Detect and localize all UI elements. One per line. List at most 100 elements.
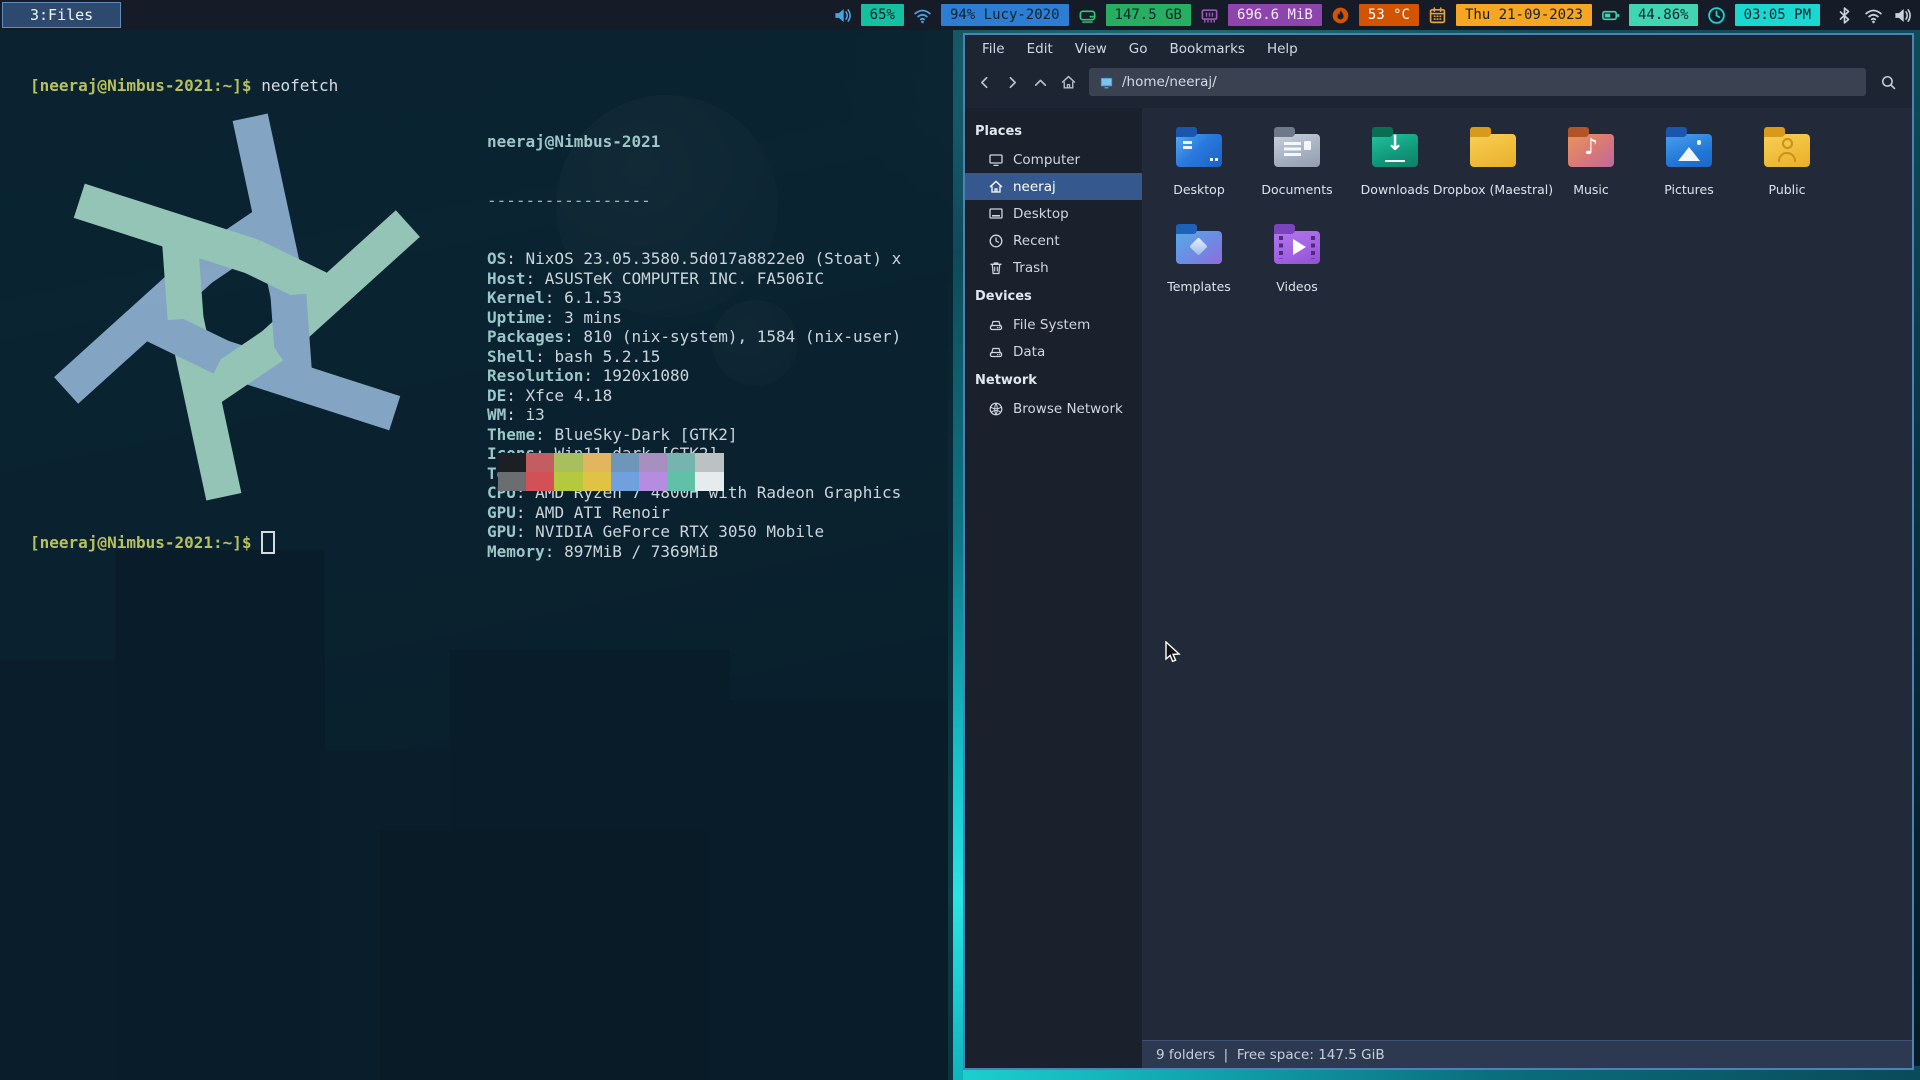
menu-file[interactable]: File — [973, 38, 1014, 60]
current-path: /home/neeraj/ — [1122, 74, 1217, 90]
neofetch-field: GPU: AMD ATI Renoir — [487, 502, 671, 522]
battery-badge[interactable]: 44.86% — [1628, 4, 1698, 26]
templates-folder-icon — [1176, 224, 1222, 264]
temperature-icon — [1331, 6, 1350, 25]
folder-glyph — [1176, 134, 1222, 167]
folder-item-music[interactable]: ♪ Music — [1542, 122, 1640, 219]
sidebar-item-label: Data — [1013, 343, 1046, 360]
back-button[interactable] — [971, 69, 997, 95]
shell-prompt: [neeraj@Nimbus-2021:~]$ — [30, 76, 252, 95]
disk-badge[interactable]: 147.5 GB — [1105, 4, 1191, 26]
terminal-cursor — [260, 531, 275, 554]
menu-help[interactable]: Help — [1258, 38, 1307, 60]
toolbar: /home/neeraj/ — [965, 62, 1912, 108]
terminal-color-palette — [498, 453, 724, 491]
sidebar-section-places: Places — [975, 124, 1023, 139]
menubar: File Edit View Go Bookmarks Help — [965, 35, 1912, 62]
sidebar-section-devices: Devices — [975, 289, 1032, 304]
folder-glyph — [1176, 231, 1222, 264]
terminal-window[interactable]: [neeraj@Nimbus-2021:~]$ neofetch neeraj@… — [0, 30, 953, 1080]
home-button[interactable] — [1055, 69, 1081, 95]
folder-item-dropbox-maestral-[interactable]: Dropbox (Maestral) — [1433, 122, 1553, 219]
drive-icon — [988, 317, 1004, 333]
folder-item-pictures[interactable]: Pictures — [1640, 122, 1738, 219]
folder-label: Pictures — [1664, 182, 1714, 197]
menu-go[interactable]: Go — [1120, 38, 1157, 60]
palette-swatch — [695, 472, 724, 491]
folder-item-public[interactable]: Public — [1738, 122, 1836, 219]
dropbox-folder-icon — [1470, 127, 1516, 167]
path-bar[interactable]: /home/neeraj/ — [1089, 68, 1866, 96]
neofetch-field: OS: NixOS 23.05.3580.5d017a8822e0 (Stoat… — [487, 249, 902, 268]
sidebar-item-label: Trash — [1013, 259, 1049, 276]
neofetch-field: Kernel: 6.1.53 — [487, 288, 622, 307]
terminal-prompt-line-2[interactable]: [neeraj@Nimbus-2021:~]$ — [30, 531, 275, 554]
home-icon — [988, 179, 1004, 195]
sidebar-item-neeraj[interactable]: neeraj — [965, 173, 1142, 200]
sidebar: Places Computer neeraj Desktop Recent Trash De… — [965, 108, 1142, 1068]
palette-swatch — [667, 472, 696, 491]
system-tray — [1835, 6, 1912, 25]
neofetch-field: Resolution: 1920x1080 — [487, 366, 690, 385]
videos-folder-icon — [1274, 224, 1320, 264]
sidebar-item-label: Desktop — [1013, 205, 1069, 222]
chevron-right-icon — [1004, 74, 1021, 91]
folder-grid: Desktop Documents ↓ Downloads Dropbox (Maest… — [1142, 108, 1912, 1040]
memory-icon — [1200, 6, 1219, 25]
disk-icon — [1078, 6, 1097, 25]
volume-icon — [833, 6, 852, 25]
downloads-folder-icon: ↓ — [1372, 127, 1418, 167]
folder-item-documents[interactable]: Documents — [1248, 122, 1346, 219]
sidebar-section-network: Network — [975, 373, 1037, 388]
pictures-folder-icon — [1666, 127, 1712, 167]
temperature-badge[interactable]: 53 °C — [1358, 4, 1419, 26]
sidebar-item-recent[interactable]: Recent — [965, 227, 1142, 254]
search-icon — [1880, 74, 1897, 91]
workspace-label: 3:Files — [30, 6, 94, 24]
status-bar: 9 folders | Free space: 147.5 GiB — [1142, 1040, 1912, 1068]
calendar-icon — [1428, 6, 1447, 25]
folder-label: Music — [1573, 182, 1609, 197]
up-button[interactable] — [1027, 69, 1053, 95]
sidebar-item-label: File System — [1013, 316, 1091, 333]
neofetch-field: Packages: 810 (nix-system), 1584 (nix-us… — [487, 327, 902, 346]
date-badge[interactable]: Thu 21-09-2023 — [1455, 4, 1592, 26]
palette-swatch — [526, 453, 555, 472]
folder-item-desktop[interactable]: Desktop — [1150, 122, 1248, 219]
folder-item-templates[interactable]: Templates — [1150, 219, 1248, 316]
neofetch-field: Theme: BlueSky-Dark [GTK2] — [487, 424, 738, 444]
wifi-badge[interactable]: 94% Lucy-2020 — [940, 4, 1069, 26]
search-button[interactable] — [1874, 68, 1902, 96]
neofetch-title: neeraj@Nimbus-2021 — [487, 132, 661, 151]
time-badge[interactable]: 03:05 PM — [1734, 4, 1820, 26]
sidebar-item-file-system[interactable]: File System — [965, 311, 1142, 338]
sidebar-item-computer[interactable]: Computer — [965, 146, 1142, 173]
sidebar-item-desktop[interactable]: Desktop — [965, 200, 1142, 227]
palette-swatch — [582, 472, 611, 491]
menu-edit[interactable]: Edit — [1018, 38, 1062, 60]
menu-view[interactable]: View — [1066, 38, 1116, 60]
sidebar-item-label: Browse Network — [1013, 400, 1123, 417]
sidebar-item-data[interactable]: Data — [965, 338, 1142, 365]
sidebar-item-browse-network[interactable]: Browse Network — [965, 395, 1142, 422]
folder-item-downloads[interactable]: ↓ Downloads — [1346, 122, 1444, 219]
workspace-badge[interactable]: 3:Files — [2, 2, 122, 28]
recent-icon — [988, 233, 1004, 249]
documents-folder-icon — [1274, 127, 1320, 167]
folder-item-videos[interactable]: Videos — [1248, 219, 1346, 316]
palette-swatch — [610, 453, 639, 472]
chevron-up-icon — [1032, 74, 1049, 91]
forward-button[interactable] — [999, 69, 1025, 95]
memory-badge[interactable]: 696.6 MiB — [1227, 4, 1322, 26]
volume-badge[interactable]: 65% — [860, 4, 904, 26]
sidebar-item-trash[interactable]: Trash — [965, 254, 1142, 281]
chevron-left-icon — [976, 74, 993, 91]
palette-swatch — [554, 453, 583, 472]
home-icon — [1060, 74, 1077, 91]
folder-label: Documents — [1261, 182, 1333, 197]
location-monitor-icon — [1099, 75, 1114, 90]
folder-glyph — [1274, 134, 1320, 167]
neofetch-field: GPU: NVIDIA GeForce RTX 3050 Mobile — [487, 522, 825, 541]
menu-bookmarks[interactable]: Bookmarks — [1161, 38, 1254, 60]
folder-label: Public — [1768, 182, 1806, 197]
